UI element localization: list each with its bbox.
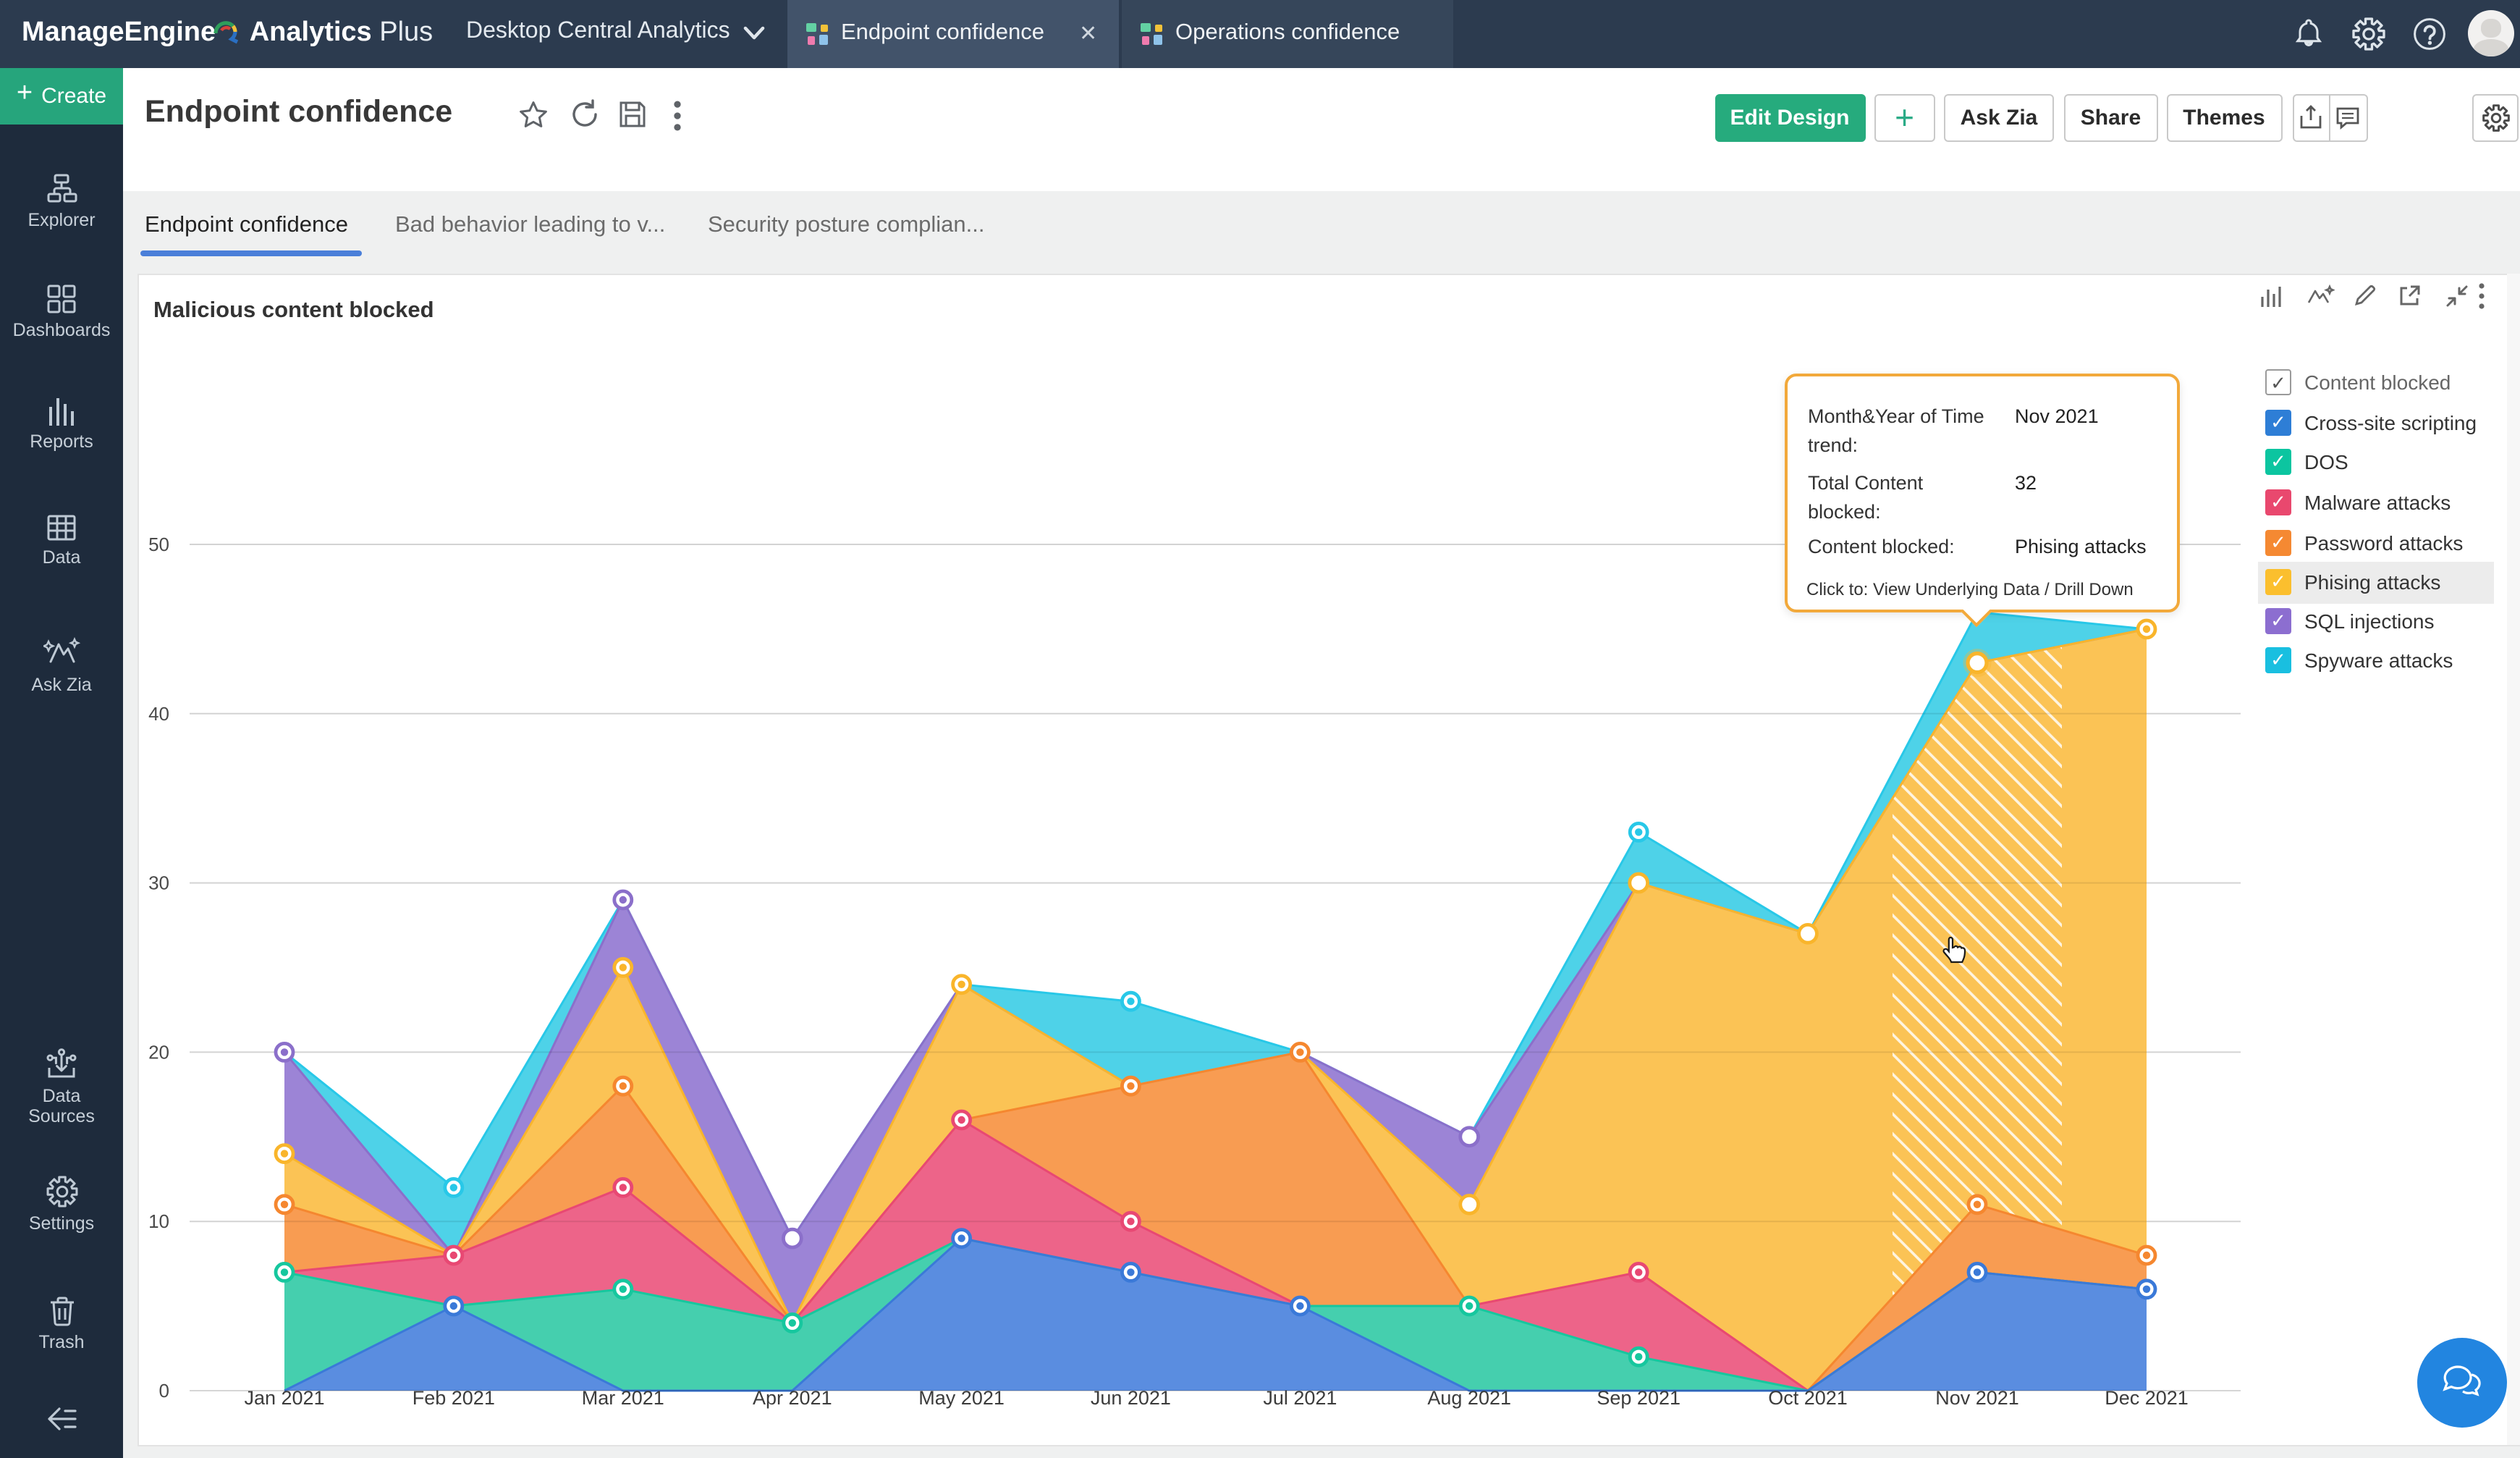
svg-text:Jul 2021: Jul 2021 — [1263, 1387, 1337, 1409]
svg-text:Apr 2021: Apr 2021 — [753, 1387, 832, 1409]
svg-text:Oct 2021: Oct 2021 — [1768, 1387, 1848, 1409]
svg-text:Jun 2021: Jun 2021 — [1091, 1387, 1171, 1409]
svg-text:Nov 2021: Nov 2021 — [1935, 1387, 2019, 1409]
svg-text:0: 0 — [159, 1380, 169, 1402]
svg-text:50: 50 — [148, 534, 169, 555]
svg-text:Mar 2021: Mar 2021 — [582, 1387, 664, 1409]
svg-text:40: 40 — [148, 703, 169, 725]
svg-text:20: 20 — [148, 1041, 169, 1063]
svg-text:Feb 2021: Feb 2021 — [413, 1387, 495, 1409]
svg-text:Aug 2021: Aug 2021 — [1427, 1387, 1511, 1409]
svg-text:Sep 2021: Sep 2021 — [1597, 1387, 1680, 1409]
svg-text:May 2021: May 2021 — [918, 1387, 1005, 1409]
svg-text:Dec 2021: Dec 2021 — [2105, 1387, 2189, 1409]
svg-text:30: 30 — [148, 872, 169, 894]
svg-text:10: 10 — [148, 1210, 169, 1232]
svg-text:Jan 2021: Jan 2021 — [244, 1387, 324, 1409]
